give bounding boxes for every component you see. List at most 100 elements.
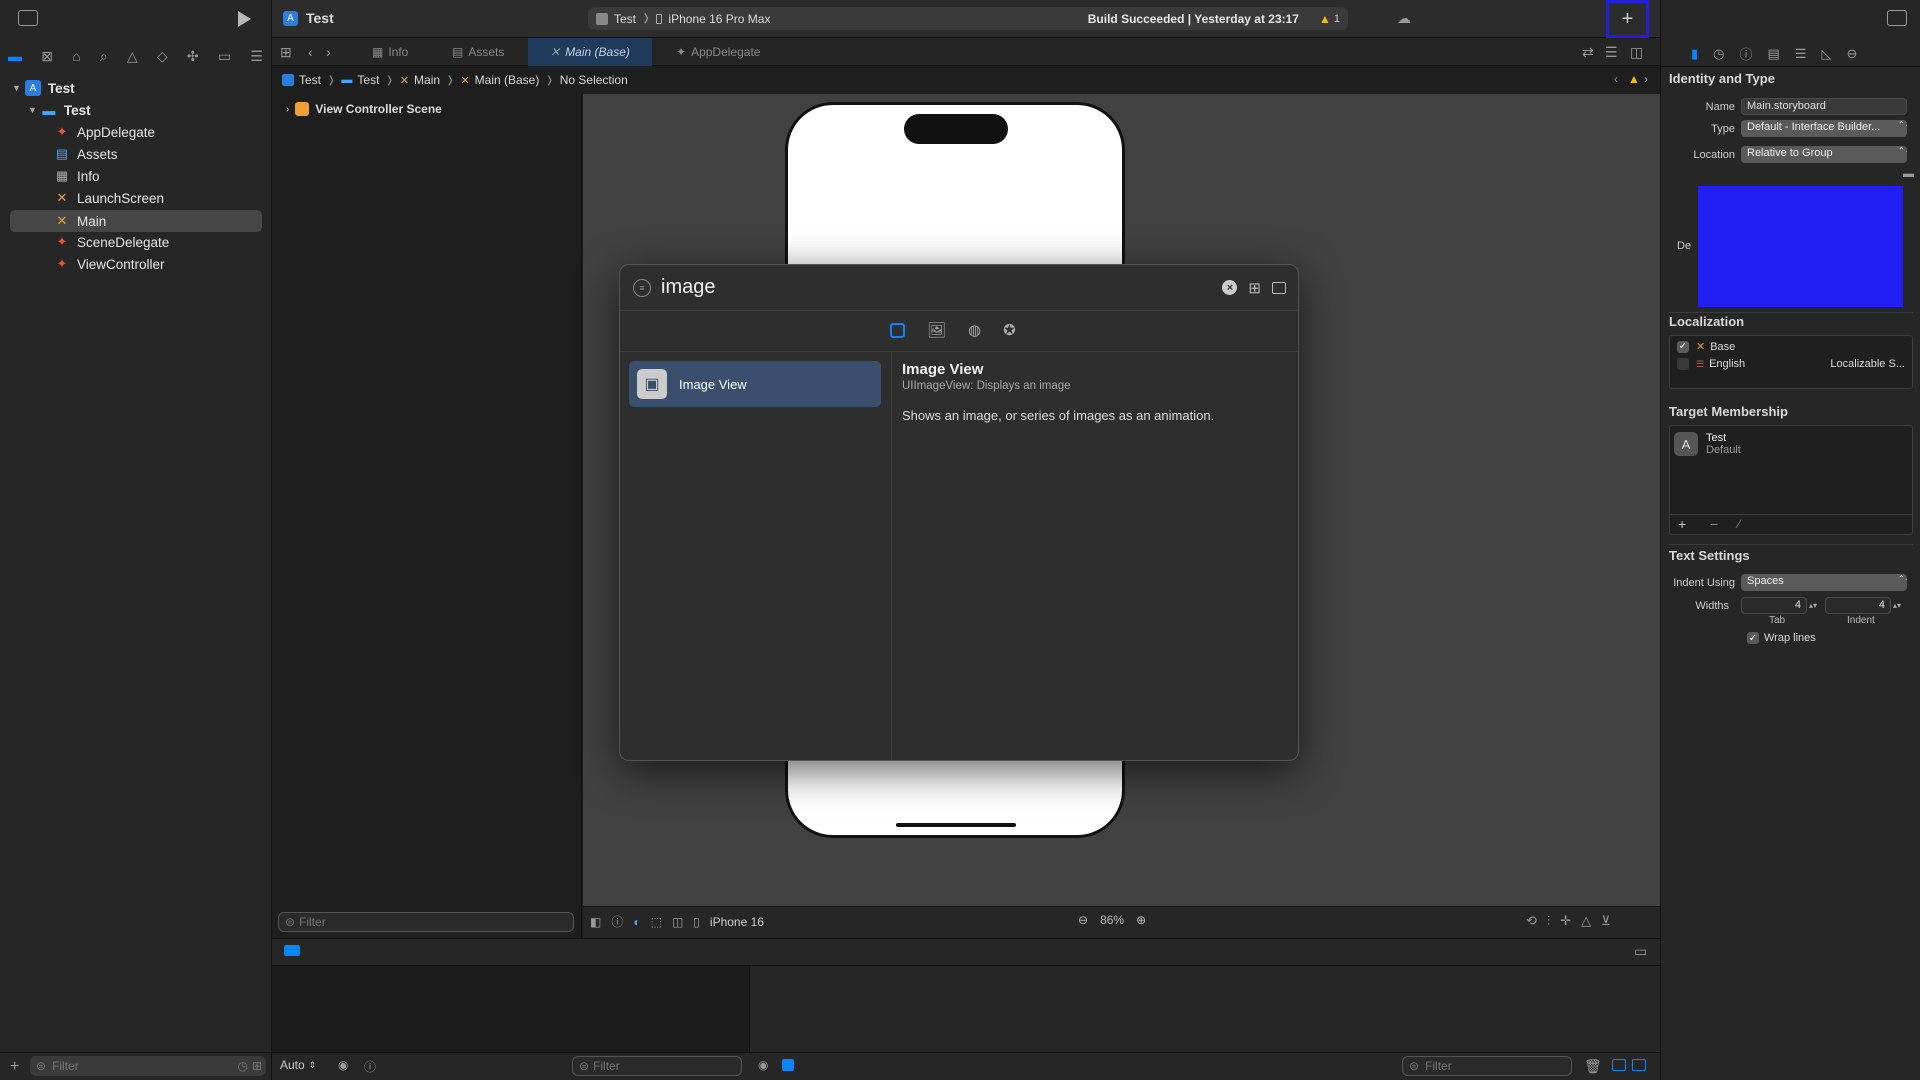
console-filter[interactable]: ⊜ Filter	[1402, 1056, 1572, 1076]
snippets-category-icon[interactable]: ✪	[1003, 321, 1016, 339]
file-viewcontroller[interactable]: ✦ ViewController	[54, 253, 165, 275]
media-category-icon[interactable]: 🖼	[927, 321, 946, 339]
outline-toggle-icon[interactable]: ◧	[590, 915, 601, 929]
embed-icon[interactable]: ⊻	[1601, 913, 1611, 929]
choose-folder-icon[interactable]: ▬	[1903, 168, 1914, 180]
file-inspector-icon[interactable]: ▮	[1691, 46, 1698, 62]
breadcrumb-item[interactable]: Test	[299, 73, 321, 87]
tree-group[interactable]: ▼ ▬ Test	[28, 99, 91, 121]
device-icon[interactable]: ▯	[693, 915, 700, 929]
tree-project-root[interactable]: ▼ A Test	[12, 77, 75, 99]
pin-icon[interactable]: ✛	[1560, 913, 1571, 929]
grid-view-icon[interactable]: ⊞	[1248, 279, 1261, 297]
library-button[interactable]: +	[1606, 0, 1649, 38]
sidebar-toggle-icon[interactable]	[18, 10, 38, 26]
tab-assets[interactable]: ▤ Assets	[452, 38, 504, 66]
device-selector[interactable]: iPhone 16 Pro Max	[668, 12, 770, 26]
colors-category-icon[interactable]: ◍	[968, 321, 981, 339]
split-editor-icon[interactable]: ◫	[1630, 44, 1643, 61]
trash-icon[interactable]: 🗑	[1584, 1058, 1602, 1075]
next-issue-icon[interactable]: ›	[1644, 72, 1648, 86]
tab-stepper[interactable]: ▴▾	[1809, 602, 1817, 610]
breadcrumb-item[interactable]: Main (Base)	[475, 73, 540, 87]
grid-icon[interactable]: ⊞	[280, 44, 292, 61]
location-popup[interactable]: Relative to Group	[1741, 146, 1907, 163]
report-icon[interactable]: ☰	[250, 46, 263, 66]
indent-width-field[interactable]: 4	[1825, 597, 1891, 614]
issue-icon[interactable]: △	[127, 46, 138, 66]
file-scenedelegate[interactable]: ✦ SceneDelegate	[54, 231, 170, 253]
breakpoint-icon[interactable]: ▭	[218, 46, 231, 66]
breakpoint-toggle-icon[interactable]	[284, 945, 300, 956]
library-search-input[interactable]: image	[661, 276, 715, 299]
file-main[interactable]: ✕ Main	[10, 210, 262, 232]
inspector-toggle-icon[interactable]	[1887, 10, 1907, 26]
scheme-selector[interactable]: Test	[614, 12, 636, 26]
split-left-icon[interactable]	[1612, 1059, 1626, 1071]
breadcrumb-item[interactable]: Test	[357, 73, 379, 87]
folder-icon[interactable]: ▬	[8, 46, 22, 66]
source-filter-icon[interactable]: ⊞	[252, 1059, 262, 1073]
layout-icon[interactable]: ◫	[672, 915, 683, 929]
run-button[interactable]	[238, 11, 251, 27]
indent-using-popup[interactable]: Spaces	[1741, 574, 1907, 591]
outline-scene[interactable]: › View Controller Scene	[286, 102, 442, 116]
type-popup[interactable]: Default - Interface Builder...	[1741, 120, 1907, 137]
recent-files-icon[interactable]: ◷	[237, 1059, 247, 1073]
swap-icon[interactable]: ⇄	[1582, 44, 1594, 61]
disclosure-icon[interactable]: ›	[286, 104, 289, 115]
info-icon[interactable]: ⓘ	[364, 1058, 376, 1075]
dark-mode-icon[interactable]: ◐	[633, 915, 640, 929]
zoom-in-icon[interactable]: ⊕	[1136, 913, 1146, 927]
breadcrumb-item[interactable]: No Selection	[560, 73, 628, 87]
wrap-lines-row[interactable]: ✓ Wrap lines	[1747, 632, 1816, 644]
file-assets[interactable]: ▤ Assets	[54, 143, 118, 165]
add-target-icon[interactable]: +	[1678, 516, 1686, 532]
attributes-inspector-icon[interactable]: ☰	[1795, 46, 1807, 62]
breadcrumb-item[interactable]: Main	[414, 73, 440, 87]
auto-selector[interactable]: Auto ⇕	[280, 1058, 316, 1072]
wrap-lines-checkbox[interactable]: ✓	[1747, 632, 1759, 644]
edit-target-icon[interactable]: ⁄	[1738, 517, 1740, 531]
outline-filter[interactable]: ⊜ Filter	[278, 912, 574, 932]
tab-width-field[interactable]: 4	[1741, 597, 1807, 614]
tab-appdelegate[interactable]: ✦ AppDelegate	[676, 38, 760, 66]
debug-icon[interactable]: ✣	[187, 46, 199, 66]
align-icon[interactable]: ⫶	[1547, 913, 1550, 929]
loc-english-type[interactable]: Localizable S...	[1830, 358, 1905, 370]
help-inspector-icon[interactable]: ⓘ	[1740, 44, 1753, 63]
device-config-label[interactable]: iPhone 16	[710, 915, 764, 929]
cloud-icon[interactable]: ☁	[1397, 10, 1411, 27]
find-icon[interactable]: ⌕	[100, 46, 108, 66]
size-inspector-icon[interactable]: ◺	[1821, 46, 1831, 62]
debug-layout-icon[interactable]: ▭	[1634, 943, 1647, 960]
orientation-icon[interactable]: ⬚	[651, 915, 662, 929]
resolve-icon[interactable]: △	[1581, 913, 1591, 929]
tab-main-base[interactable]: ✕ Main (Base)	[528, 38, 652, 66]
eye-icon[interactable]: ◉	[758, 1058, 768, 1072]
forward-icon[interactable]: ›	[326, 44, 331, 60]
back-icon[interactable]: ‹	[308, 44, 313, 60]
english-checkbox[interactable]	[1677, 358, 1689, 370]
library-result-item[interactable]: ▣ Image View	[629, 361, 881, 407]
file-appdelegate[interactable]: ✦ AppDelegate	[54, 121, 156, 143]
navigator-filter[interactable]: ⊜ Filter ◷ ⊞	[30, 1056, 266, 1076]
console-filter-icon[interactable]	[782, 1059, 794, 1071]
history-inspector-icon[interactable]: ◷	[1713, 46, 1724, 62]
appearance-icon[interactable]: ⓘ	[611, 913, 623, 930]
identity-inspector-icon[interactable]: ▤	[1768, 46, 1780, 62]
eye-icon[interactable]: ◉	[338, 1058, 348, 1072]
test-icon[interactable]: ◇	[157, 46, 168, 66]
connections-inspector-icon[interactable]: ⊖	[1846, 46, 1857, 62]
warning-icon[interactable]: ▲	[1319, 12, 1331, 26]
base-checkbox[interactable]: ✓	[1677, 340, 1689, 353]
remove-target-icon[interactable]: −	[1710, 516, 1718, 532]
editor-options-icon[interactable]: ☰	[1605, 44, 1618, 61]
loc-english-row[interactable]: ☰ English Localizable S...	[1677, 358, 1905, 370]
warning-icon[interactable]: ▲	[1628, 72, 1640, 86]
zoom-out-icon[interactable]: ⊖	[1078, 913, 1088, 927]
indent-stepper[interactable]: ▴▾	[1893, 602, 1901, 610]
target-row[interactable]: A Test Default	[1674, 432, 1741, 456]
detail-view-icon[interactable]	[1272, 281, 1286, 294]
split-right-icon[interactable]	[1632, 1059, 1646, 1071]
